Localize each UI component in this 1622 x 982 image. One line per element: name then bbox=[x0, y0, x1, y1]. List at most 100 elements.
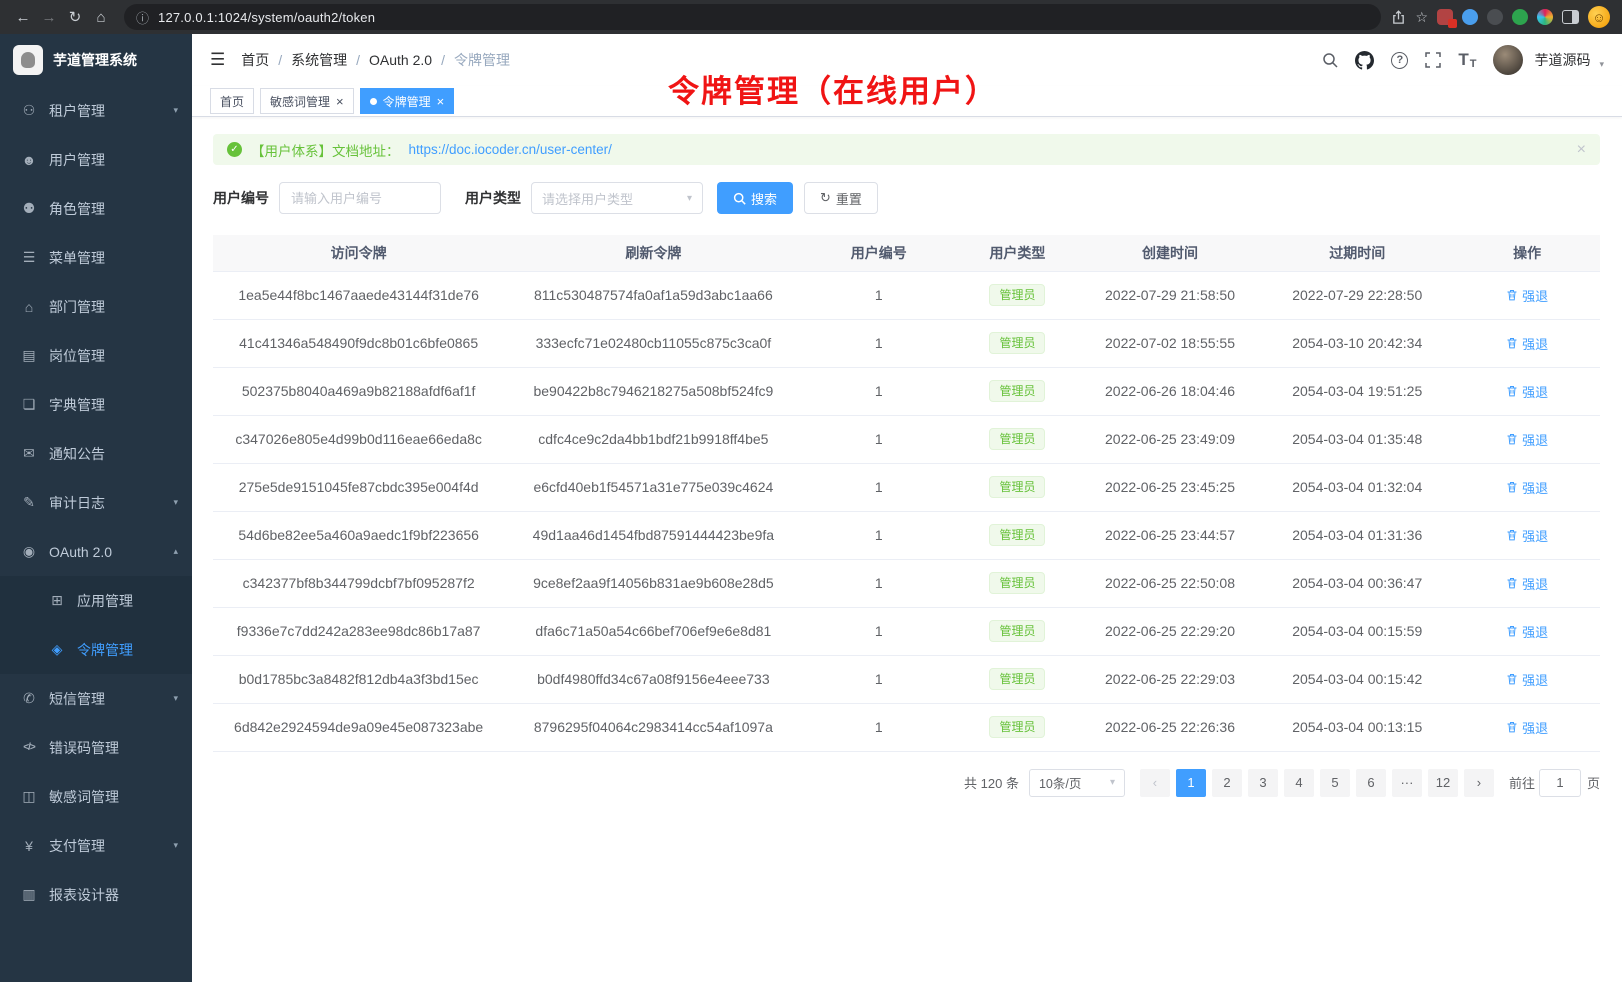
address-bar[interactable]: ⓘ 127.0.0.1:1024/system/oauth2/token bbox=[124, 4, 1381, 30]
pagination-page-1[interactable]: 1 bbox=[1176, 769, 1206, 797]
sidebar-item-user[interactable]: ☻ 用户管理 bbox=[0, 135, 192, 184]
reset-button[interactable]: ↻ 重置 bbox=[804, 182, 878, 214]
pagination-next-button[interactable]: › bbox=[1464, 769, 1494, 797]
refresh-token-cell: 8796295f04064c2983414cc54af1097a bbox=[504, 703, 802, 751]
fullscreen-icon[interactable] bbox=[1425, 52, 1441, 68]
force-logout-button[interactable]: 强退 bbox=[1506, 670, 1548, 689]
extension-icon-green[interactable] bbox=[1512, 9, 1528, 25]
sidebar-item-menu[interactable]: ☰ 菜单管理 bbox=[0, 233, 192, 282]
sidebar-item-token-manage[interactable]: ◈ 令牌管理 bbox=[0, 625, 192, 674]
force-logout-button[interactable]: 强退 bbox=[1506, 622, 1548, 641]
close-icon[interactable]: × bbox=[437, 95, 445, 108]
user-avatar[interactable] bbox=[1493, 45, 1523, 75]
side-panel-icon[interactable] bbox=[1562, 10, 1579, 24]
extension-icon-dark[interactable] bbox=[1487, 9, 1503, 25]
force-logout-button[interactable]: 强退 bbox=[1506, 334, 1548, 353]
site-info-icon[interactable]: ⓘ bbox=[136, 8, 149, 27]
pagination-page-5[interactable]: 5 bbox=[1320, 769, 1350, 797]
reload-icon[interactable]: ↻ bbox=[62, 4, 88, 30]
search-icon[interactable] bbox=[1322, 52, 1338, 68]
tab-token-manage[interactable]: 令牌管理 × bbox=[360, 88, 455, 114]
sidebar-item-role[interactable]: ⚉ 角色管理 bbox=[0, 184, 192, 233]
access-token-cell: c342377bf8b344799dcbf7bf095287f2 bbox=[213, 559, 504, 607]
doc-alert: ✓ 【用户体系】文档地址： https://doc.iocoder.cn/use… bbox=[213, 134, 1600, 165]
search-button[interactable]: 搜索 bbox=[717, 182, 793, 214]
sidebar-item-payment[interactable]: ¥ 支付管理 ▾ bbox=[0, 821, 192, 870]
app-logo-row[interactable]: 芋道管理系统 bbox=[0, 34, 192, 86]
home-icon[interactable]: ⌂ bbox=[88, 4, 114, 30]
table-row: f9336e7c7dd242a283ee98dc86b17a87 dfa6c71… bbox=[213, 607, 1600, 655]
alert-close-icon[interactable]: × bbox=[1577, 141, 1586, 159]
sidebar-item-post[interactable]: ▤ 岗位管理 bbox=[0, 331, 192, 380]
force-logout-button[interactable]: 强退 bbox=[1506, 478, 1548, 497]
sidebar-item-report-designer[interactable]: ▥ 报表设计器 bbox=[0, 870, 192, 919]
user-id-cell: 1 bbox=[802, 319, 955, 367]
back-icon[interactable]: ← bbox=[10, 4, 36, 30]
access-token-cell: 6d842e2924594de9a09e45e087323abe bbox=[213, 703, 504, 751]
doc-link[interactable]: https://doc.iocoder.cn/user-center/ bbox=[409, 142, 612, 157]
create-time-cell: 2022-07-29 21:58:50 bbox=[1080, 271, 1260, 319]
breadcrumb-home[interactable]: 首页 bbox=[241, 50, 291, 70]
user-id-label: 用户编号 bbox=[213, 188, 269, 208]
pagination-more-button[interactable]: ··· bbox=[1392, 769, 1422, 797]
pagination-page-2[interactable]: 2 bbox=[1212, 769, 1242, 797]
extension-icon-multicolor[interactable] bbox=[1537, 9, 1553, 25]
create-time-cell: 2022-06-25 23:45:25 bbox=[1080, 463, 1260, 511]
help-icon[interactable]: ? bbox=[1391, 52, 1408, 69]
filter-bar: 用户编号 用户类型 请选择用户类型 ▾ 搜索 ↻ 重置 bbox=[213, 182, 1600, 214]
sidebar-item-app-manage[interactable]: ⊞ 应用管理 bbox=[0, 576, 192, 625]
user-type-select[interactable]: 请选择用户类型 ▾ bbox=[531, 182, 703, 214]
pagination-page-6[interactable]: 6 bbox=[1356, 769, 1386, 797]
force-logout-button[interactable]: 强退 bbox=[1506, 430, 1548, 449]
force-logout-button[interactable]: 强退 bbox=[1506, 286, 1548, 305]
trash-icon bbox=[1506, 433, 1518, 445]
browser-profile-avatar[interactable]: ☺ bbox=[1588, 6, 1610, 28]
action-cell: 强退 bbox=[1454, 511, 1600, 559]
sidebar-item-error-code[interactable]: </> 错误码管理 bbox=[0, 723, 192, 772]
table-row: 1ea5e44f8bc1467aaede43144f31de76 811c530… bbox=[213, 271, 1600, 319]
force-logout-button[interactable]: 强退 bbox=[1506, 382, 1548, 401]
tab-home[interactable]: 首页 bbox=[210, 88, 254, 114]
create-time-cell: 2022-06-25 23:44:57 bbox=[1080, 511, 1260, 559]
tab-sensitive-word[interactable]: 敏感词管理 × bbox=[260, 88, 354, 114]
user-menu-caret-icon[interactable]: ▾ bbox=[1599, 59, 1604, 70]
pagination-page-12[interactable]: 12 bbox=[1428, 769, 1458, 797]
pagination-prev-button[interactable]: ‹ bbox=[1140, 769, 1170, 797]
pagination-page-3[interactable]: 3 bbox=[1248, 769, 1278, 797]
forward-icon[interactable]: → bbox=[36, 4, 62, 30]
sidebar-collapse-icon[interactable]: ☰ bbox=[210, 50, 225, 70]
sidebar-item-dict[interactable]: ❏ 字典管理 bbox=[0, 380, 192, 429]
sidebar-item-audit-log[interactable]: ✎ 审计日志 ▾ bbox=[0, 478, 192, 527]
sidebar-item-notice[interactable]: ✉ 通知公告 bbox=[0, 429, 192, 478]
action-cell: 强退 bbox=[1454, 655, 1600, 703]
force-logout-button[interactable]: 强退 bbox=[1506, 574, 1548, 593]
expire-time-cell: 2054-03-04 01:32:04 bbox=[1260, 463, 1454, 511]
sidebar-item-sensitive-word[interactable]: ◫ 敏感词管理 bbox=[0, 772, 192, 821]
username[interactable]: 芋道源码 bbox=[1534, 50, 1590, 70]
user-id-input[interactable] bbox=[279, 182, 441, 214]
extension-icon-adblock[interactable] bbox=[1437, 9, 1453, 25]
user-type-badge: 管理员 bbox=[989, 524, 1045, 546]
sidebar-item-dept[interactable]: ⌂ 部门管理 bbox=[0, 282, 192, 331]
page-size-select[interactable]: 10条/页 ▾ bbox=[1029, 769, 1125, 797]
pagination-page-4[interactable]: 4 bbox=[1284, 769, 1314, 797]
trash-icon bbox=[1506, 385, 1518, 397]
sidebar-item-sms[interactable]: ✆ 短信管理 ▾ bbox=[0, 674, 192, 723]
user-type-badge: 管理员 bbox=[989, 332, 1045, 354]
sidebar-item-tenant[interactable]: ⚇ 租户管理 ▾ bbox=[0, 86, 192, 135]
github-icon[interactable] bbox=[1355, 51, 1374, 70]
breadcrumb-system[interactable]: 系统管理 bbox=[291, 50, 369, 70]
force-logout-button[interactable]: 强退 bbox=[1506, 526, 1548, 545]
font-size-icon[interactable]: TT bbox=[1458, 50, 1476, 70]
extension-icon-blue[interactable] bbox=[1462, 9, 1478, 25]
share-icon[interactable] bbox=[1391, 10, 1406, 25]
trash-icon bbox=[1506, 673, 1518, 685]
user-id-cell: 1 bbox=[802, 463, 955, 511]
bookmark-star-icon[interactable]: ☆ bbox=[1415, 9, 1428, 26]
force-logout-button[interactable]: 强退 bbox=[1506, 718, 1548, 737]
close-icon[interactable]: × bbox=[336, 95, 344, 108]
chevron-down-icon: ▾ bbox=[173, 105, 178, 116]
sidebar-item-oauth[interactable]: ◉ OAuth 2.0 ▴ bbox=[0, 527, 192, 576]
breadcrumb-oauth[interactable]: OAuth 2.0 bbox=[369, 52, 454, 68]
goto-page-input[interactable] bbox=[1539, 769, 1581, 797]
